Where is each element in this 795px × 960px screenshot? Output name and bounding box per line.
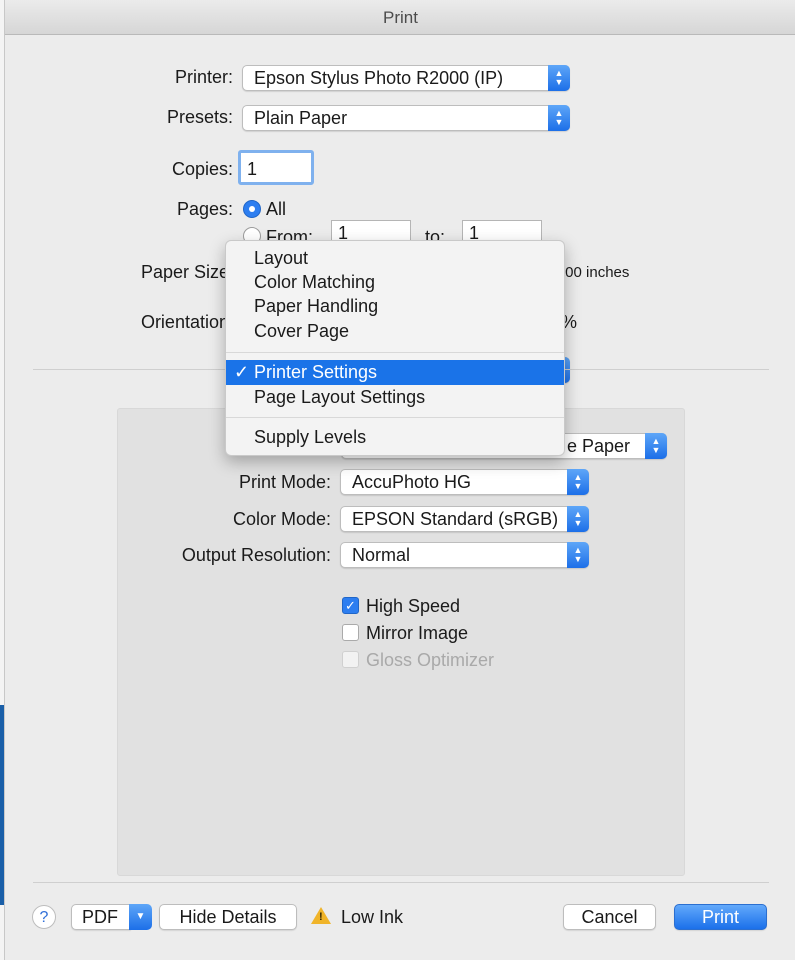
pages-all-radio[interactable] [243,200,261,218]
color-mode-label: Color Mode: [232,509,331,529]
color-mode-popup[interactable]: EPSON Standard (sRGB) ▲ ▼ [340,506,589,532]
checkmark-icon: ✓ [234,362,250,382]
print-dialog: Print Printer: Epson Stylus Photo R2000 … [4,0,795,960]
low-ink-text: Low Ink [341,907,404,927]
output-resolution-label: Output Resolution: [181,545,331,565]
menu-item-printer-settings-label: Printer Settings [254,362,378,382]
section-menu: Layout Color Matching Paper Handling Cov… [225,240,565,456]
print-mode-value: AccuPhoto HG [352,472,472,492]
menu-separator [226,417,564,418]
high-speed-label: High Speed [366,596,461,616]
pages-label: Pages: [176,199,233,219]
presets-popup[interactable]: Plain Paper ▲ ▼ [242,105,570,131]
updown-arrows-icon: ▲▼ [567,542,589,568]
printer-popup[interactable]: Epson Stylus Photo R2000 (IP) ▲ ▼ [242,65,570,91]
menu-item-cover-page[interactable]: Cover Page [226,319,564,344]
checkmark-icon: ✓ [345,598,356,613]
orientation-label: Orientation [140,312,229,332]
cancel-button[interactable]: Cancel [563,904,656,930]
media-type-value: e Paper [567,436,631,456]
updown-arrows-icon: ▲▼ [645,433,667,459]
output-resolution-value: Normal [352,545,411,565]
menu-item-supply-levels[interactable]: Supply Levels [226,425,564,450]
print-button[interactable]: Print [674,904,767,930]
high-speed-checkbox[interactable]: ✓ [342,597,359,614]
menu-item-page-layout-settings[interactable]: Page Layout Settings [226,385,564,410]
menu-item-color-matching[interactable]: Color Matching [226,270,564,295]
mirror-image-checkbox[interactable] [342,624,359,641]
help-button[interactable]: ? [32,905,56,929]
pages-all-label: All [266,199,287,219]
output-resolution-popup[interactable]: Normal ▲ ▼ [340,542,589,568]
color-mode-value: EPSON Standard (sRGB) [352,509,559,529]
footer-separator [33,882,769,883]
presets-value: Plain Paper [254,108,348,128]
chevron-down-icon[interactable]: ▼ [129,904,152,930]
menu-separator [226,352,564,353]
printer-label: Printer: [174,67,233,87]
copies-input[interactable]: 1 [238,150,314,185]
mirror-image-label: Mirror Image [366,623,469,643]
warning-exclamation: ! [319,911,323,923]
gloss-optimizer-label: Gloss Optimizer [366,650,495,670]
printer-value: Epson Stylus Photo R2000 (IP) [254,68,504,88]
window-title: Print [383,8,418,27]
presets-label: Presets: [166,107,233,127]
paper-size-dimensions: .00 inches [561,264,630,281]
copies-label: Copies: [171,159,233,179]
updown-arrows-icon: ▲▼ [548,65,570,91]
updown-arrows-icon: ▲▼ [567,506,589,532]
pdf-button[interactable]: PDF [71,904,131,930]
menu-item-layout[interactable]: Layout [226,246,564,271]
print-mode-popup[interactable]: AccuPhoto HG ▲ ▼ [340,469,589,495]
updown-arrows-icon: ▲▼ [548,105,570,131]
menu-item-paper-handling[interactable]: Paper Handling [226,294,564,319]
title-bar: Print [5,0,795,35]
paper-size-label: Paper Size [140,262,229,282]
print-mode-label: Print Mode: [238,472,331,492]
hide-details-button[interactable]: Hide Details [159,904,297,930]
gloss-optimizer-checkbox [342,651,359,668]
updown-arrows-icon: ▲▼ [567,469,589,495]
menu-item-printer-settings[interactable]: ✓ Printer Settings [226,360,564,385]
